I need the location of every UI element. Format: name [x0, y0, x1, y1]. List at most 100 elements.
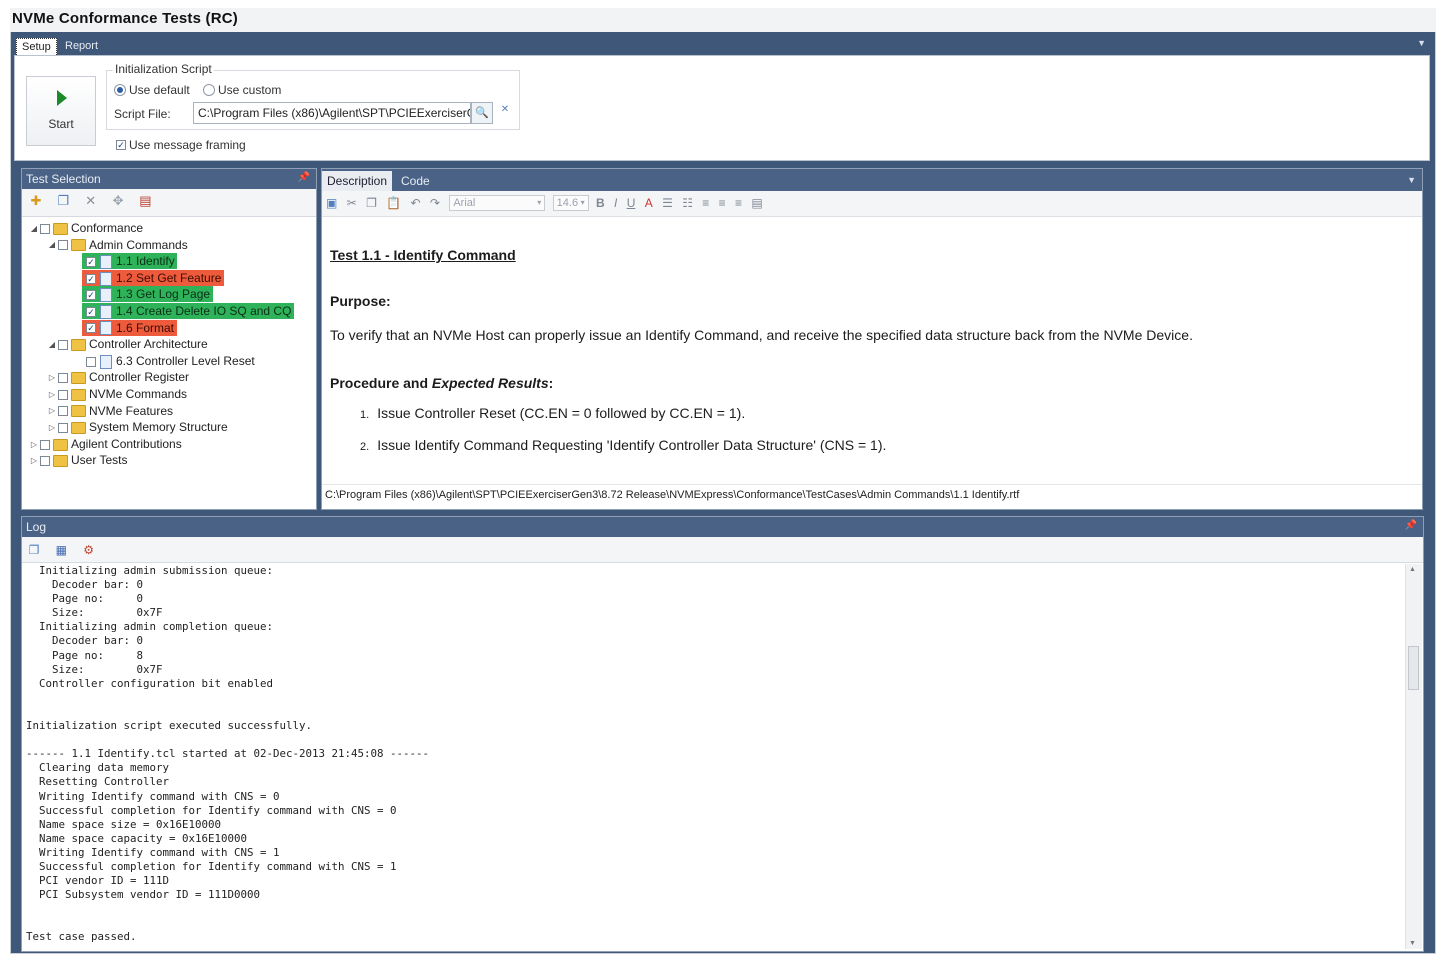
tab-code[interactable]: Code — [396, 171, 435, 191]
log-output[interactable]: Initializing admin submission queue: Dec… — [26, 564, 1406, 946]
collapse-icon[interactable]: ◢ — [28, 221, 40, 237]
tree-label: 1.1 Identify — [116, 254, 175, 269]
tree-item-system-memory-structure[interactable]: ▷ System Memory Structure — [46, 419, 228, 435]
log-settings-icon[interactable]: ⚙ — [81, 542, 97, 558]
tree-item-nvme-features[interactable]: ▷ NVMe Features — [46, 403, 173, 419]
tree-checkbox[interactable]: ✓ — [86, 273, 96, 284]
step-text: Issue Controller Reset (CC.EN = 0 follow… — [377, 405, 746, 421]
cut-icon[interactable]: ✂ — [347, 196, 357, 210]
panel-dropdown-icon[interactable]: ▼ — [1407, 175, 1416, 185]
tree-checkbox[interactable] — [58, 423, 68, 434]
tree-item-nvme-commands[interactable]: ▷ NVMe Commands — [46, 386, 187, 402]
log-scrollbar[interactable]: ▲ ▼ — [1405, 564, 1422, 949]
tab-dropdown-icon[interactable]: ▼ — [1417, 38, 1426, 48]
italic-icon[interactable]: I — [614, 196, 617, 210]
tree-item-controller-architecture[interactable]: ◢ Controller Architecture — [46, 336, 208, 352]
align-right-icon[interactable]: ≡ — [735, 196, 742, 210]
tree-checkbox[interactable]: ✓ — [86, 290, 96, 301]
tree-item-test-pass[interactable]: ✓ 1.4 Create Delete IO SQ and CQ — [82, 303, 295, 319]
copy-icon[interactable]: ❐ — [55, 193, 71, 209]
pin-icon[interactable]: 📌 — [1405, 520, 1417, 531]
expand-icon[interactable]: ▷ — [28, 453, 40, 469]
collapse-icon[interactable]: ◢ — [46, 337, 58, 353]
tree-checkbox[interactable] — [58, 373, 68, 384]
font-size-select[interactable]: 14.6 ▾ — [552, 195, 589, 211]
tree-checkbox[interactable]: ✓ — [86, 257, 96, 268]
tree-checkbox[interactable] — [40, 439, 50, 450]
tree-checkbox[interactable] — [40, 223, 50, 234]
radio-use-default[interactable]: Use default — [114, 82, 190, 97]
pin-icon[interactable]: 📌 — [298, 172, 310, 183]
new-folder-icon[interactable]: ✚ — [28, 193, 44, 209]
radio-use-custom[interactable]: Use custom — [203, 82, 281, 97]
tree-item-user-tests[interactable]: ▷ User Tests — [28, 452, 128, 469]
scrollbar-thumb[interactable] — [1408, 646, 1419, 690]
radio-custom-indicator[interactable] — [203, 83, 215, 96]
step-number: 1. — [360, 409, 370, 421]
tree-label: 1.4 Create Delete IO SQ and CQ — [116, 304, 292, 318]
start-button[interactable]: Start — [26, 76, 96, 146]
script-file-input[interactable]: C:\Program Files (x86)\Agilent\SPT\PCIEE… — [193, 102, 471, 124]
redo-icon[interactable]: ↷ — [430, 196, 440, 210]
reset-path-icon[interactable]: ✕ — [498, 104, 512, 120]
message-framing-option[interactable]: ✓ Use message framing — [116, 137, 246, 152]
description-document[interactable]: Test 1.1 - Identify Command Purpose: To … — [330, 247, 1410, 453]
tree-checkbox[interactable] — [58, 340, 68, 351]
purpose-label: Purpose: — [330, 293, 391, 309]
copy-log-icon[interactable]: ❐ — [26, 542, 42, 558]
tree-item-controller-register[interactable]: ▷ Controller Register — [46, 369, 189, 385]
undo-icon[interactable]: ↶ — [411, 196, 421, 210]
font-family-select[interactable]: Arial ▾ — [449, 195, 546, 211]
tree-item-admin-commands[interactable]: ◢ Admin Commands — [46, 237, 188, 253]
save-icon[interactable]: ▣ — [326, 196, 337, 210]
export-icon[interactable]: ▤ — [137, 193, 153, 209]
tree-checkbox[interactable] — [58, 406, 68, 417]
test-file-icon — [100, 354, 112, 369]
message-framing-checkbox[interactable]: ✓ — [116, 139, 126, 150]
tree-item-agilent-contributions[interactable]: ▷ Agilent Contributions — [28, 436, 182, 452]
collapse-icon[interactable]: ◢ — [46, 237, 58, 253]
test-selection-panel: Test Selection 📌 ✚ ❐ ✕ ✥ ▤ ◢ Conformance … — [21, 168, 317, 510]
copy-icon[interactable]: ❐ — [366, 196, 377, 210]
expand-icon[interactable]: ▷ — [46, 403, 58, 419]
tree-checkbox[interactable]: ✓ — [86, 323, 96, 334]
tree-checkbox[interactable] — [58, 240, 68, 251]
align-left-icon[interactable]: ≡ — [702, 196, 709, 210]
delete-icon[interactable]: ✕ — [83, 193, 99, 209]
expand-icon[interactable]: ▷ — [46, 387, 58, 403]
tree-label: Controller Register — [89, 370, 190, 385]
tree-checkbox[interactable]: ✓ — [86, 306, 96, 317]
bullet-list-icon[interactable]: ☰ — [662, 196, 673, 210]
message-framing-label: Use message framing — [129, 137, 246, 152]
font-color-icon[interactable]: A — [645, 196, 653, 210]
tree-checkbox[interactable] — [58, 389, 68, 400]
tree-checkbox[interactable] — [40, 456, 50, 467]
align-center-icon[interactable]: ≡ — [719, 196, 726, 210]
expand-icon[interactable]: ▷ — [46, 420, 58, 436]
tree-item-test[interactable]: 6.3 Controller Level Reset — [86, 353, 255, 369]
tree-item-test-fail[interactable]: ✓ 1.2 Set Get Feature — [82, 269, 225, 286]
folder-icon — [53, 222, 68, 235]
tree-item-test-pass[interactable]: ✓ 1.3 Get Log Page — [82, 286, 214, 303]
numbered-list-icon[interactable]: ☷ — [682, 196, 693, 210]
main-tabstrip: Setup Report ▼ — [12, 34, 1434, 61]
radio-default-indicator[interactable] — [114, 83, 126, 96]
start-label: Start — [48, 117, 74, 131]
expand-icon[interactable]: ▷ — [46, 370, 58, 386]
tree-item-test-fail[interactable]: ✓ 1.6 Format — [82, 319, 178, 336]
test-file-icon — [100, 321, 112, 336]
tree-item-test-pass[interactable]: ✓ 1.1 Identify — [82, 253, 177, 270]
browse-folder-icon[interactable]: 🔍 — [471, 102, 493, 124]
justify-icon[interactable]: ▤ — [751, 196, 762, 210]
bold-icon[interactable]: B — [596, 196, 605, 210]
scroll-up-icon[interactable]: ▲ — [1409, 566, 1416, 573]
tree-checkbox[interactable] — [86, 356, 96, 367]
paste-icon[interactable]: 📋 — [386, 196, 401, 210]
scroll-down-icon[interactable]: ▼ — [1409, 940, 1416, 947]
tree-item-conformance[interactable]: ◢ Conformance — [28, 220, 143, 236]
move-icon[interactable]: ✥ — [110, 193, 126, 209]
underline-icon[interactable]: U — [627, 196, 636, 210]
expand-icon[interactable]: ▷ — [28, 437, 40, 453]
clear-log-icon[interactable]: ▦ — [53, 542, 69, 558]
tab-description[interactable]: Description — [322, 171, 393, 191]
